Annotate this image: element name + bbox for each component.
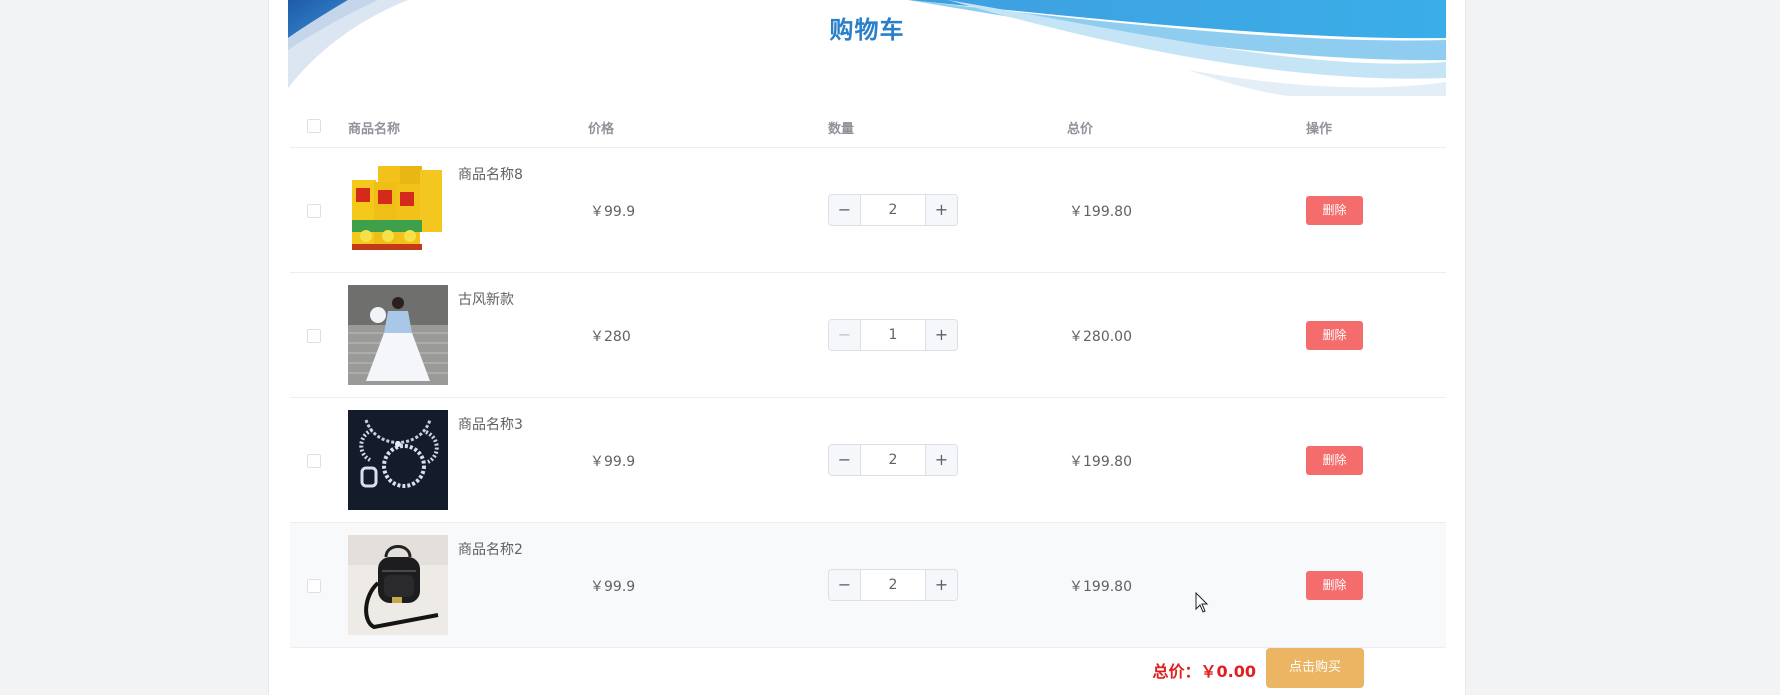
increase-button[interactable]: + [925, 570, 957, 600]
buy-button[interactable]: 点击购买 [1266, 648, 1364, 688]
table-header: 商品名称 价格 数量 总价 操作 [290, 104, 1446, 148]
row-checkbox[interactable] [307, 579, 321, 593]
quantity-input[interactable]: 1 [862, 320, 924, 350]
product-name[interactable]: 商品名称3 [458, 414, 523, 434]
quantity-stepper: − 2 + [828, 444, 958, 476]
table-row: 商品名称8 ￥99.9 − 2 + ￥199.80 删除 [290, 148, 1446, 273]
grand-total: 总价：￥0.00 [1152, 662, 1256, 681]
delete-button[interactable]: 删除 [1306, 446, 1363, 475]
quantity-stepper: − 2 + [828, 569, 958, 601]
delete-button[interactable]: 删除 [1306, 571, 1363, 600]
header-price: 价格 [588, 122, 615, 137]
black-backpack-image[interactable] [348, 535, 448, 635]
product-price: ￥99.9 [590, 204, 636, 220]
decrease-button[interactable]: − [829, 320, 861, 350]
quantity-input[interactable]: 2 [862, 570, 924, 600]
decrease-button[interactable]: − [829, 195, 861, 225]
quantity-input[interactable]: 2 [862, 445, 924, 475]
row-total: ￥280.00 [1069, 329, 1132, 345]
table-row: 商品名称2 ￥99.9 − 2 + ￥199.80 删除 [290, 523, 1446, 648]
product-name[interactable]: 商品名称8 [458, 164, 523, 184]
row-total: ￥199.80 [1069, 204, 1132, 220]
row-checkbox[interactable] [307, 204, 321, 218]
header-total: 总价 [1067, 122, 1094, 137]
product-name[interactable]: 商品名称2 [458, 539, 523, 559]
juice-boxes-image[interactable] [348, 160, 448, 260]
page-background-right [1466, 0, 1780, 695]
product-price: ￥99.9 [590, 579, 636, 595]
delete-button[interactable]: 删除 [1306, 321, 1363, 350]
quantity-input[interactable]: 2 [862, 195, 924, 225]
header-banner: 购物车 [288, 0, 1446, 96]
increase-button[interactable]: + [925, 320, 957, 350]
row-total: ￥199.80 [1069, 454, 1132, 470]
product-price: ￥99.9 [590, 454, 636, 470]
delete-button[interactable]: 删除 [1306, 196, 1363, 225]
cart-footer: 总价：￥0.00 点击购买 [290, 647, 1446, 691]
page-title: 购物车 [829, 16, 905, 44]
row-checkbox[interactable] [307, 454, 321, 468]
increase-button[interactable]: + [925, 445, 957, 475]
cart-table: 商品名称 价格 数量 总价 操作 商品名称8 ￥99.9 − 2 + ￥199.… [290, 104, 1446, 648]
quantity-stepper: − 1 + [828, 319, 958, 351]
page-background-left [0, 0, 268, 695]
mouse-cursor-icon [1195, 592, 1209, 613]
hanfu-dress-image[interactable] [348, 285, 448, 385]
header-name: 商品名称 [348, 122, 401, 137]
increase-button[interactable]: + [925, 195, 957, 225]
select-all-checkbox[interactable] [307, 119, 321, 133]
header-quantity: 数量 [828, 122, 855, 137]
row-checkbox[interactable] [307, 329, 321, 343]
table-row: 商品名称3 ￥99.9 − 2 + ￥199.80 删除 [290, 398, 1446, 523]
quantity-stepper: − 2 + [828, 194, 958, 226]
product-price: ￥280 [590, 329, 631, 345]
jewelry-set-image[interactable] [348, 410, 448, 510]
row-total: ￥199.80 [1069, 579, 1132, 595]
decrease-button[interactable]: − [829, 570, 861, 600]
decrease-button[interactable]: − [829, 445, 861, 475]
header-action: 操作 [1306, 122, 1333, 137]
product-name[interactable]: 古风新款 [458, 289, 514, 309]
table-row: 古风新款 ￥280 − 1 + ￥280.00 删除 [290, 273, 1446, 398]
